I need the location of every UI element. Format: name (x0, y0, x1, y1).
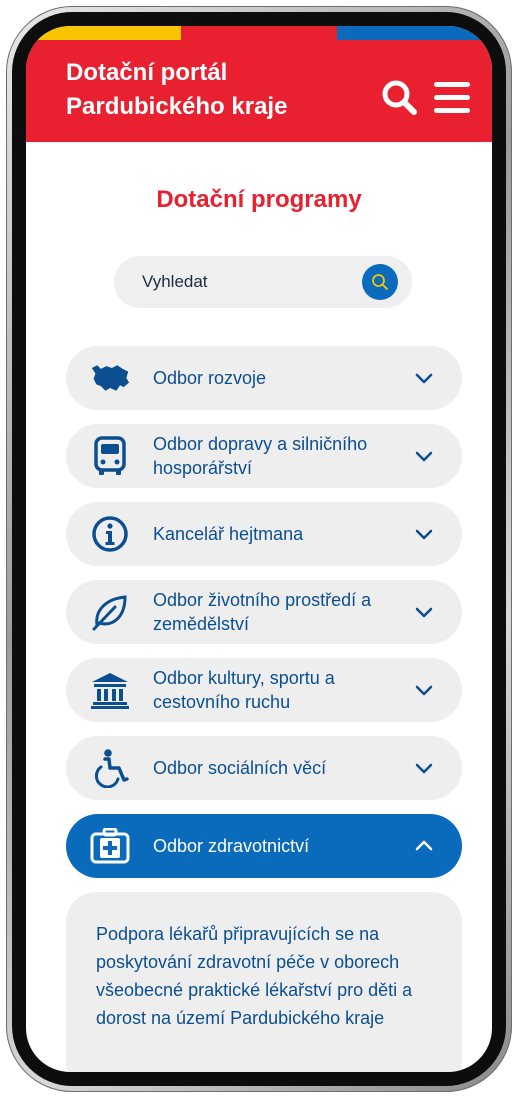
dept-item-dopravy[interactable]: Odbor dopravy a silničního hosporářství (66, 424, 462, 488)
search-input[interactable]: Vyhledat (114, 256, 412, 308)
flag-red (181, 26, 337, 40)
chevron-down-icon (415, 685, 433, 696)
flag-yellow (26, 26, 182, 40)
chevron-down-icon (415, 607, 433, 618)
dept-item-rozvoje[interactable]: Odbor rozvoje (66, 346, 462, 410)
dept-label: Odbor sociálních věcí (153, 758, 327, 778)
magnifier-icon (372, 274, 388, 290)
dept-item-zdravotnictvi[interactable]: Odbor zdravotnictví (66, 814, 462, 878)
museum-icon (90, 670, 130, 710)
portal-title-line1: Dotační portál (66, 59, 228, 86)
dept-label: Odbor zdravotnictví (153, 836, 310, 856)
portal-title[interactable]: Dotační portál Pardubického kraje (66, 56, 346, 124)
search-icon[interactable] (380, 78, 420, 123)
chevron-down-icon (415, 763, 433, 774)
medical-kit-icon (90, 826, 130, 866)
search-placeholder: Vyhledat (142, 272, 208, 291)
region-map-icon (90, 358, 130, 398)
flag-blue (336, 26, 492, 40)
chevron-down-icon (415, 529, 433, 540)
bus-icon (90, 436, 130, 476)
dept-label: Odbor dopravy a silničního hosporářství (153, 434, 368, 478)
dept-item-zivotniho-prostredi[interactable]: Odbor životního prostředí a zemědělství (66, 580, 462, 644)
leaf-icon (90, 592, 130, 632)
dept-label: Odbor životního prostředí a zemědělství (153, 590, 372, 634)
portal-title-line2: Pardubického kraje (66, 93, 288, 120)
header: Dotační portál Pardubického kraje (26, 40, 492, 142)
dept-label: Odbor kultury, sportu a cestovního ruchu (153, 668, 335, 712)
dept-label: Odbor rozvoje (153, 368, 267, 388)
wheelchair-icon (90, 748, 130, 788)
dept-item-kancelar[interactable]: Kancelář hejtmana (66, 502, 462, 566)
search-button[interactable] (362, 264, 398, 300)
screen: Dotační portál Pardubického kraje Dotačn… (26, 26, 492, 1072)
dept-detail-panel: Podpora lékařů připravujících se na posk… (66, 892, 462, 1072)
program-link[interactable]: Podpora lékařů připravujících se na posk… (96, 920, 446, 1032)
dept-label: Kancelář hejtmana (153, 524, 304, 544)
flag-stripe (26, 26, 492, 40)
chevron-up-icon (415, 840, 433, 851)
page-title: Dotační programy (156, 186, 362, 213)
dept-item-socialnich-veci[interactable]: Odbor sociálních věcí (66, 736, 462, 800)
dept-item-kultury[interactable]: Odbor kultury, sportu a cestovního ruchu (66, 658, 462, 722)
hamburger-menu-icon[interactable] (432, 78, 472, 123)
info-icon (90, 514, 130, 554)
chevron-down-icon (415, 373, 433, 384)
chevron-down-icon (415, 451, 433, 462)
